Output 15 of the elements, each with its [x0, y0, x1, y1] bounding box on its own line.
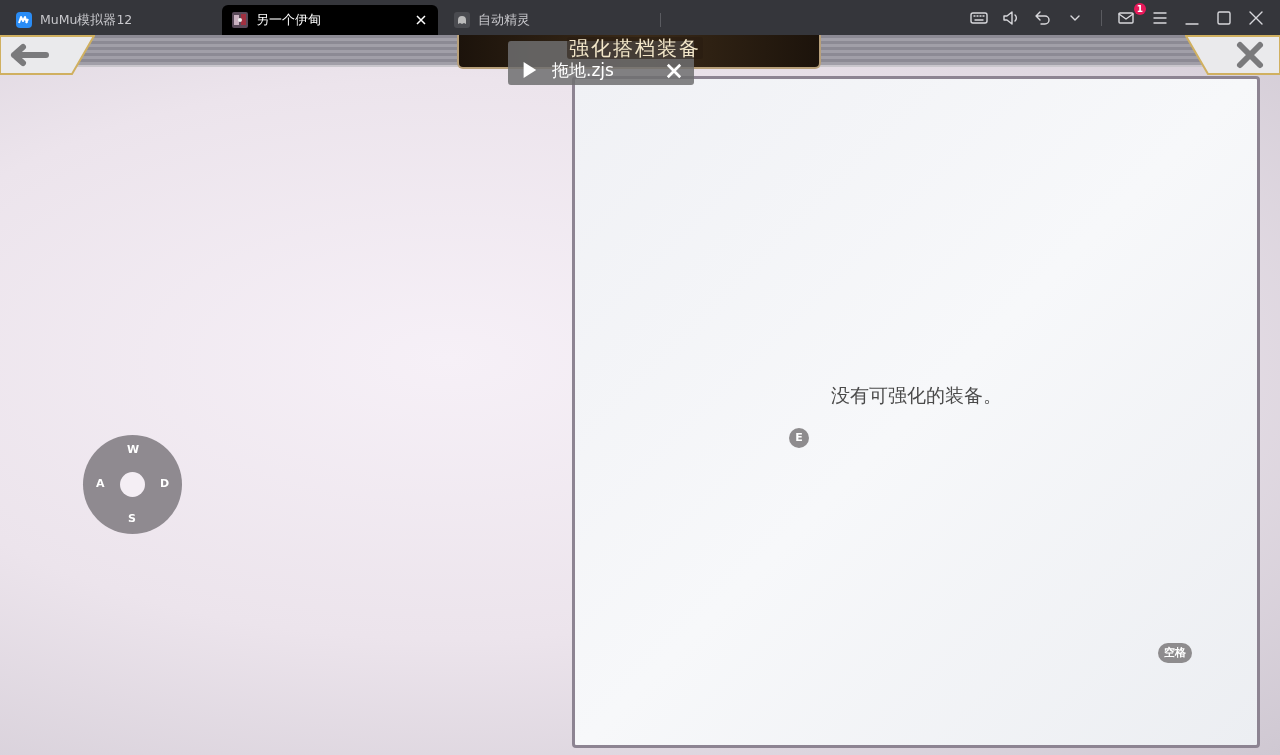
game-thumbnail-icon — [232, 12, 248, 28]
empty-message: 没有可强化的装备。 — [830, 383, 1002, 408]
key-hint: 空格 — [1158, 643, 1192, 663]
app-logo-icon — [16, 12, 32, 28]
tab[interactable]: 自动精灵 — [438, 5, 660, 35]
screen-title: 强化搭档装备 — [567, 37, 703, 59]
close-button[interactable] — [1185, 35, 1280, 75]
ghost-icon — [454, 12, 470, 28]
close-tab-icon[interactable] — [414, 13, 428, 27]
back-button[interactable] — [0, 35, 95, 75]
notification-badge: 1 — [1134, 2, 1146, 15]
tab[interactable]: MuMu模拟器12 — [0, 5, 222, 35]
script-name: 拖地.zjs — [552, 61, 615, 79]
tab[interactable]: 另一个伊甸 — [222, 5, 438, 35]
mail-icon[interactable] — [1118, 11, 1134, 24]
